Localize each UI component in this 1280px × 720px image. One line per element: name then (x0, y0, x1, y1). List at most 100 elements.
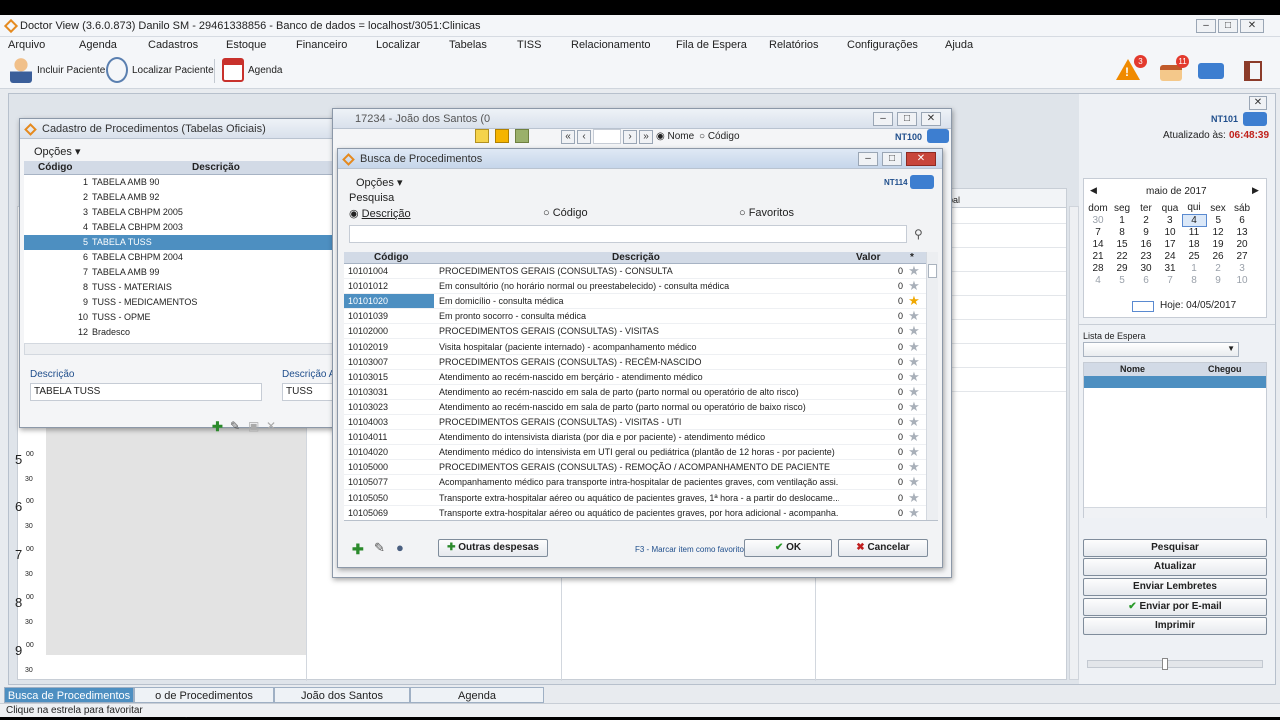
calendar-day[interactable]: 23 (1134, 250, 1158, 262)
favorite-star-icon[interactable]: ★ (908, 370, 920, 383)
calendar-day[interactable]: 14 (1086, 238, 1110, 250)
enviar-email-button[interactable]: ✔ Enviar por E-mail (1083, 598, 1267, 616)
descricao-field[interactable]: TABELA TUSS (30, 383, 262, 401)
today-label[interactable]: Hoje: 04/05/2017 (1160, 300, 1236, 311)
menu-item-0[interactable]: Arquivo (8, 39, 45, 51)
favorite-star-icon[interactable]: ★ (908, 460, 920, 473)
busca-row[interactable]: 10101039 Em pronto socorro - consulta méd… (344, 309, 926, 324)
favorite-star-icon[interactable]: ★ (908, 491, 920, 504)
users-chat-icon[interactable] (1243, 112, 1267, 126)
calendar-next-button[interactable]: ▶ (1252, 185, 1259, 196)
save-icon[interactable]: ▣ (248, 419, 259, 433)
busca-vscroll[interactable] (926, 252, 938, 520)
cadastro-row[interactable]: 3 TABELA CBHPM 2005 (24, 205, 344, 220)
col-nome[interactable]: Nome (1120, 364, 1145, 374)
warning-icon[interactable] (495, 129, 509, 143)
busca-row[interactable]: 10101012 Em consultório (no horário norma… (344, 279, 926, 294)
radio-favoritos[interactable]: ○ Favoritos (739, 207, 794, 219)
cadastro-opcoes-menu[interactable]: Opções ▾ (34, 145, 81, 158)
favorite-star-icon[interactable]: ★ (908, 445, 920, 458)
paciente-maximize-button[interactable]: □ (897, 112, 917, 126)
calendar-day[interactable]: 20 (1230, 238, 1254, 250)
busca-row[interactable]: 10104011 Atendimento do intensivista diar… (344, 430, 926, 445)
last-record-button[interactable]: » (639, 130, 653, 144)
busca-row[interactable]: 10104020 Atendimento médico do intensivis… (344, 445, 926, 460)
col-favorito[interactable]: * (910, 252, 914, 263)
first-record-button[interactable]: « (561, 130, 575, 144)
calendar-day[interactable]: 8 (1110, 226, 1134, 238)
calendar-day[interactable]: 2 (1134, 214, 1158, 226)
calendar-day[interactable]: 12 (1206, 226, 1230, 238)
exit-icon[interactable] (1244, 61, 1262, 81)
menu-item-11[interactable]: Configurações (847, 39, 918, 51)
lista-espera-hscroll[interactable] (1084, 507, 1266, 518)
calendar-icon[interactable] (222, 58, 244, 82)
ok-button[interactable]: ✔ OK (744, 539, 832, 557)
edit-icon[interactable]: ✎ (230, 419, 240, 433)
calendar-day[interactable]: 17 (1158, 238, 1182, 250)
radio-descricao[interactable]: ◉ Descrição (349, 207, 411, 220)
busca-row[interactable]: 10104003 PROCEDIMENTOS GERAIS (CONSULTAS)… (344, 415, 926, 430)
favorite-star-icon[interactable]: ★ (908, 279, 920, 292)
paciente-minimize-button[interactable]: – (873, 112, 893, 126)
close-button[interactable]: ✕ (1240, 19, 1264, 33)
menu-item-4[interactable]: Financeiro (296, 39, 347, 51)
calendar-day[interactable]: 19 (1206, 238, 1230, 250)
calendar-day[interactable]: 6 (1134, 274, 1158, 286)
cadastro-row[interactable]: 9 TUSS - MEDICAMENTOS (24, 295, 344, 310)
calendar-day[interactable]: 25 (1182, 250, 1206, 262)
calendar-day[interactable]: 16 (1134, 238, 1158, 250)
favorite-star-icon[interactable]: ★ (908, 385, 920, 398)
calendar-day[interactable]: 26 (1206, 250, 1230, 262)
delete-icon[interactable]: ✕ (266, 419, 276, 433)
favorite-star-icon[interactable]: ★ (908, 355, 920, 368)
busca-maximize-button[interactable]: □ (882, 152, 902, 166)
calendar-day[interactable]: 3 (1158, 214, 1182, 226)
record-field[interactable] (593, 129, 621, 144)
pencil-icon[interactable] (475, 129, 489, 143)
calendar-day[interactable]: 11 (1182, 226, 1206, 238)
calendar-day[interactable]: 3 (1230, 262, 1254, 274)
busca-row[interactable]: 10101004 PROCEDIMENTOS GERAIS (CONSULTAS)… (344, 264, 926, 279)
col-valor[interactable]: Valor (856, 252, 880, 263)
cadastro-row[interactable]: 7 TABELA AMB 99 (24, 265, 344, 280)
favorite-star-icon[interactable]: ★ (908, 415, 920, 428)
tab-2[interactable]: João dos Santos (274, 687, 410, 703)
calendar-day[interactable]: 30 (1134, 262, 1158, 274)
busca-row[interactable]: 10101020 Em domicílio - consulta médica 0 ★ (344, 294, 926, 310)
busca-row[interactable]: 10103007 PROCEDIMENTOS GERAIS (CONSULTAS)… (344, 355, 926, 370)
tab-0[interactable]: Busca de Procedimentos (4, 687, 134, 703)
col-descricao-busca[interactable]: Descrição (612, 252, 660, 263)
minimize-button[interactable]: – (1196, 19, 1216, 33)
agenda-scrollbar[interactable] (1069, 206, 1079, 680)
busca-row[interactable]: 10105077 Acompanhamento médico para trans… (344, 475, 926, 490)
menu-item-10[interactable]: Relatórios (769, 39, 819, 51)
busca-row[interactable]: 10102019 Visita hospitalar (paciente inte… (344, 340, 926, 355)
cadastro-row[interactable]: 2 TABELA AMB 92 (24, 190, 344, 205)
busca-row[interactable]: 10102000 PROCEDIMENTOS GERAIS (CONSULTAS)… (344, 324, 926, 339)
menu-item-1[interactable]: Agenda (79, 39, 117, 51)
calendar-day[interactable]: 9 (1206, 274, 1230, 286)
col-chegou[interactable]: Chegou (1208, 364, 1242, 374)
menu-item-12[interactable]: Ajuda (945, 39, 973, 51)
calendar-day[interactable]: 21 (1086, 250, 1110, 262)
maximize-button[interactable]: □ (1218, 19, 1238, 33)
lista-espera-select[interactable]: ▼ (1083, 342, 1239, 357)
cadastro-row[interactable]: 4 TABELA CBHPM 2003 (24, 220, 344, 235)
localizar-paciente-button[interactable]: Localizar Paciente (132, 65, 214, 76)
localizar-paciente-icon[interactable] (106, 57, 128, 83)
calendar-day[interactable]: 10 (1230, 274, 1254, 286)
col-codigo-busca[interactable]: Código (374, 252, 408, 263)
cadastro-row[interactable]: 12 Bradesco (24, 325, 344, 340)
imprimir-button[interactable]: Imprimir (1083, 617, 1267, 635)
menu-item-6[interactable]: Tabelas (449, 39, 487, 51)
favorite-star-icon[interactable]: ★ (908, 309, 920, 322)
calendar-day[interactable]: 31 (1158, 262, 1182, 274)
document-icon[interactable] (515, 129, 529, 143)
menu-item-2[interactable]: Cadastros (148, 39, 198, 51)
enviar-lembretes-button[interactable]: Enviar Lembretes (1083, 578, 1267, 596)
tab-3[interactable]: Agenda (410, 687, 544, 703)
calendar-day[interactable]: 10 (1158, 226, 1182, 238)
favorite-star-icon[interactable]: ★ (908, 294, 920, 307)
cadastro-row[interactable]: 6 TABELA CBHPM 2004 (24, 250, 344, 265)
